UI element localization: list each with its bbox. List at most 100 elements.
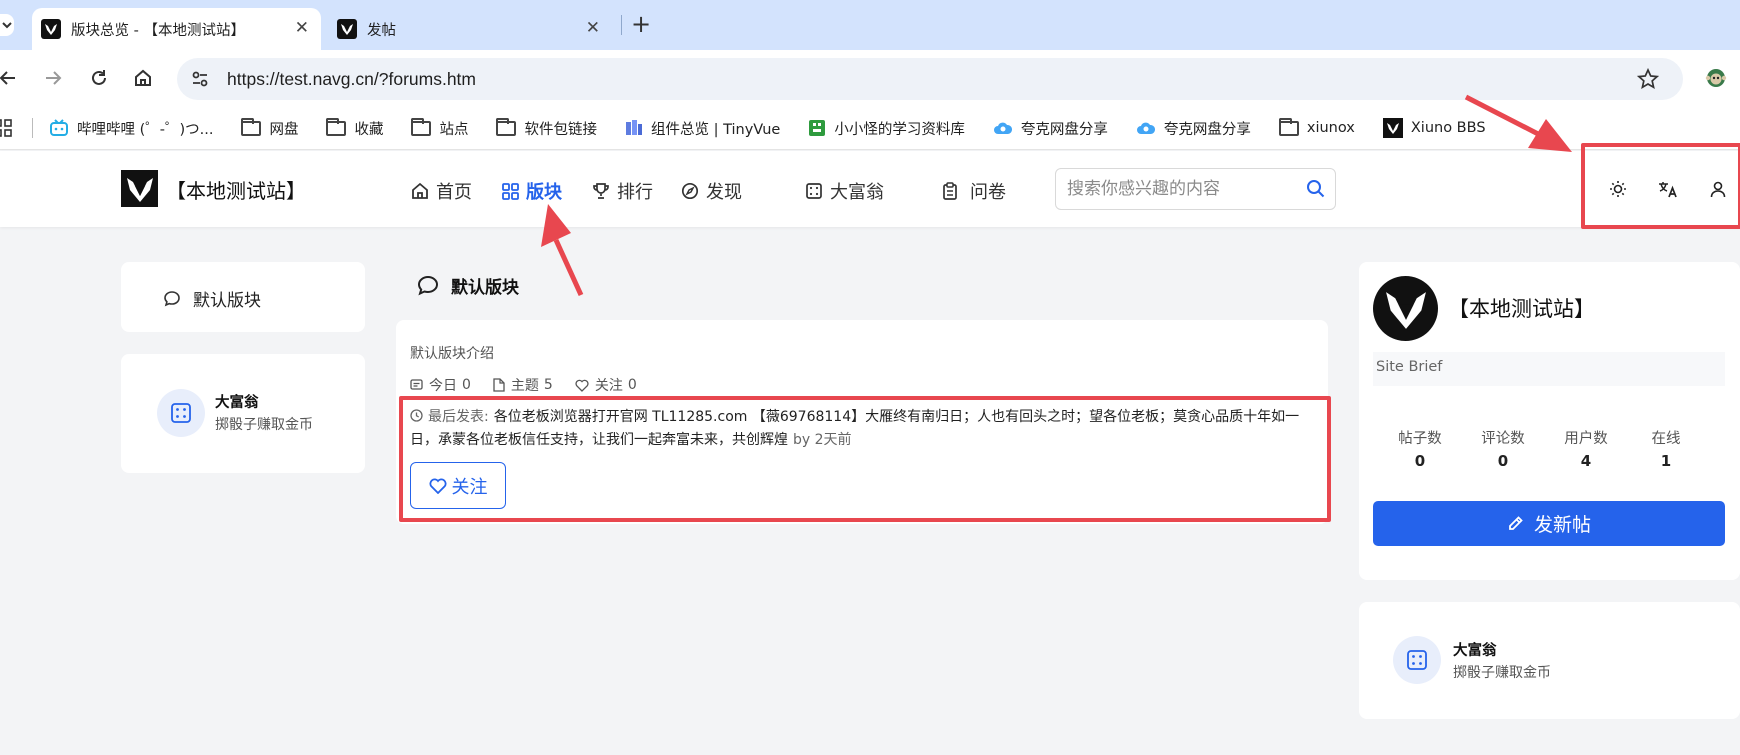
bookmark-shoucang[interactable]: 收藏 [326, 117, 384, 139]
site-info-card: 【本地测试站】 Site Brief 帖子数 0 评论数 0 用户数 4 在线 … [1359, 262, 1740, 580]
bookmark-label: 夸克网盘分享 [1020, 121, 1108, 138]
bookmark-wangpan[interactable]: 网盘 [241, 117, 299, 139]
bookmark-label: 夸克网盘分享 [1163, 121, 1251, 138]
bookmark-xiunox[interactable]: xiunox [1278, 117, 1355, 136]
stat-label: 评论数 [1481, 431, 1525, 447]
compass-icon [681, 182, 699, 200]
dice-icon [170, 402, 192, 424]
new-tab-button[interactable]: + [631, 10, 651, 38]
topics-label: 主题 [510, 378, 539, 394]
browser-tab-bar: 版块总览 - 【本地测试站】 ✕ 发帖 ✕ + [0, 0, 1740, 50]
forum-stats: 今日 0 主题 5 关注 0 [410, 375, 637, 395]
stat-label: 在线 [1651, 431, 1681, 447]
dice-icon [805, 182, 823, 200]
arrow-left-icon [0, 68, 18, 88]
search-icon[interactable] [1306, 179, 1325, 198]
new-post-label: 发新帖 [1533, 514, 1591, 536]
monopoly-widget-left[interactable]: 大富翁 掷骰子赚取金币 [121, 354, 365, 473]
bookmark-tinyvue[interactable]: 组件总览 | TinyVue [625, 118, 780, 139]
bookmark-star-icon[interactable] [1637, 68, 1659, 90]
reload-button[interactable] [86, 65, 112, 91]
tab-forums-overview[interactable]: 版块总览 - 【本地测试站】 ✕ [32, 8, 321, 50]
new-post-button[interactable]: 发新帖 [1373, 501, 1725, 546]
forward-button[interactable] [40, 65, 66, 91]
folder-icon [496, 117, 517, 136]
arrow-right-icon [43, 68, 63, 88]
stat-comments: 评论数 0 [1469, 427, 1537, 470]
stat-value: 0 [1414, 452, 1426, 470]
cloud-icon [993, 120, 1013, 136]
site-search [1055, 168, 1336, 210]
monkey-avatar-icon [1705, 67, 1727, 89]
bookmark-xiuno-bbs[interactable]: Xiuno BBS [1382, 118, 1486, 138]
forum-list-item-default[interactable]: 默认版块 [163, 286, 261, 311]
bookmark-label: 哔哩哔哩 (゜-゜)つ... [77, 121, 214, 138]
nav-ranking[interactable]: 排行 [592, 178, 653, 204]
bookmark-label: 收藏 [354, 121, 384, 138]
bookmark-quark-1[interactable]: 夸克网盘分享 [993, 118, 1108, 139]
bookmark-quark-2[interactable]: 夸克网盘分享 [1136, 118, 1251, 139]
cloud-icon [1136, 120, 1156, 136]
widget-subtitle: 掷骰子赚取金币 [215, 417, 313, 433]
widget-subtitle: 掷骰子赚取金币 [1453, 665, 1551, 681]
nav-forums[interactable]: 版块 [502, 178, 562, 204]
bookmarks-bar: 哔哩哔哩 (゜-゜)つ... 网盘 收藏 站点 软件包链接 组件总览 | Tin… [0, 107, 1740, 150]
today-count: 0 [462, 377, 471, 393]
forum-intro: 默认版块介绍 [410, 346, 494, 362]
bookmark-bilibili[interactable]: 哔哩哔哩 (゜-゜)つ... [49, 118, 213, 139]
bookmark-label: Xiuno BBS [1410, 120, 1486, 136]
xiuno-logo-icon [41, 19, 61, 39]
profile-button[interactable] [1703, 65, 1729, 91]
message-icon [410, 378, 423, 392]
search-input[interactable] [1056, 169, 1286, 209]
nav-label: 问卷 [970, 182, 1006, 203]
site-logo[interactable] [121, 170, 158, 207]
grid-icon [502, 182, 519, 200]
stat-online: 在线 1 [1632, 427, 1700, 470]
address-bar[interactable]: https://test.navg.cn/?forums.htm [177, 58, 1683, 100]
widget-title: 大富翁 [1453, 643, 1497, 659]
bookmarks-divider [32, 118, 33, 138]
nav-label: 版块 [526, 182, 562, 203]
widget-title: 大富翁 [215, 395, 259, 411]
monopoly-widget-right[interactable]: 大富翁 掷骰子赚取金币 [1359, 602, 1740, 719]
nav-monopoly[interactable]: 大富翁 [805, 178, 884, 204]
nav-label: 大富翁 [830, 182, 884, 203]
home-button[interactable] [130, 65, 156, 91]
dice-avatar [1393, 636, 1441, 684]
tab-new-post[interactable]: 发帖 ✕ [330, 8, 612, 50]
stat-label: 用户数 [1564, 431, 1608, 447]
xiuno-logo-icon [337, 19, 357, 39]
close-tab-icon[interactable]: ✕ [295, 20, 309, 37]
topics-count: 5 [543, 377, 553, 393]
folder-icon [411, 117, 432, 136]
close-tab-icon[interactable]: ✕ [586, 20, 600, 37]
browser-toolbar: https://test.navg.cn/?forums.htm [0, 50, 1740, 107]
trophy-icon [592, 182, 610, 200]
site-name[interactable]: 【本地测试站】 [166, 175, 306, 204]
bookmark-label: 组件总览 | TinyVue [650, 121, 781, 138]
url-text[interactable]: https://test.navg.cn/?forums.htm [227, 69, 476, 90]
back-button[interactable] [0, 65, 21, 91]
bookmark-packages[interactable]: 软件包链接 [496, 117, 597, 139]
site-settings-icon[interactable] [191, 70, 209, 88]
reload-icon [89, 68, 109, 88]
bookmark-label: 网盘 [269, 121, 299, 138]
nav-discover[interactable]: 发现 [681, 178, 742, 204]
bookmark-study[interactable]: 小小怪的学习资料库 [808, 118, 965, 139]
site-header: 【本地测试站】 首页 版块 排行 发现 大富翁 问卷 [0, 151, 1740, 227]
tab-divider [621, 15, 622, 35]
bookmark-label: xiunox [1306, 120, 1355, 136]
tinyvue-icon [625, 119, 643, 137]
nav-home[interactable]: 首页 [411, 178, 472, 204]
tab-search-button[interactable] [0, 14, 14, 36]
apps-grid-icon[interactable] [0, 119, 12, 137]
folder-icon [1278, 117, 1299, 136]
bookmark-zhandian[interactable]: 站点 [411, 117, 468, 139]
xiuno-logo-icon [1382, 118, 1403, 138]
today-label: 今日 [429, 378, 457, 394]
stat-value: 4 [1580, 452, 1592, 470]
nav-survey[interactable]: 问卷 [942, 178, 1006, 204]
bull-logo-icon [1383, 286, 1429, 332]
stat-value: 0 [1497, 452, 1509, 470]
